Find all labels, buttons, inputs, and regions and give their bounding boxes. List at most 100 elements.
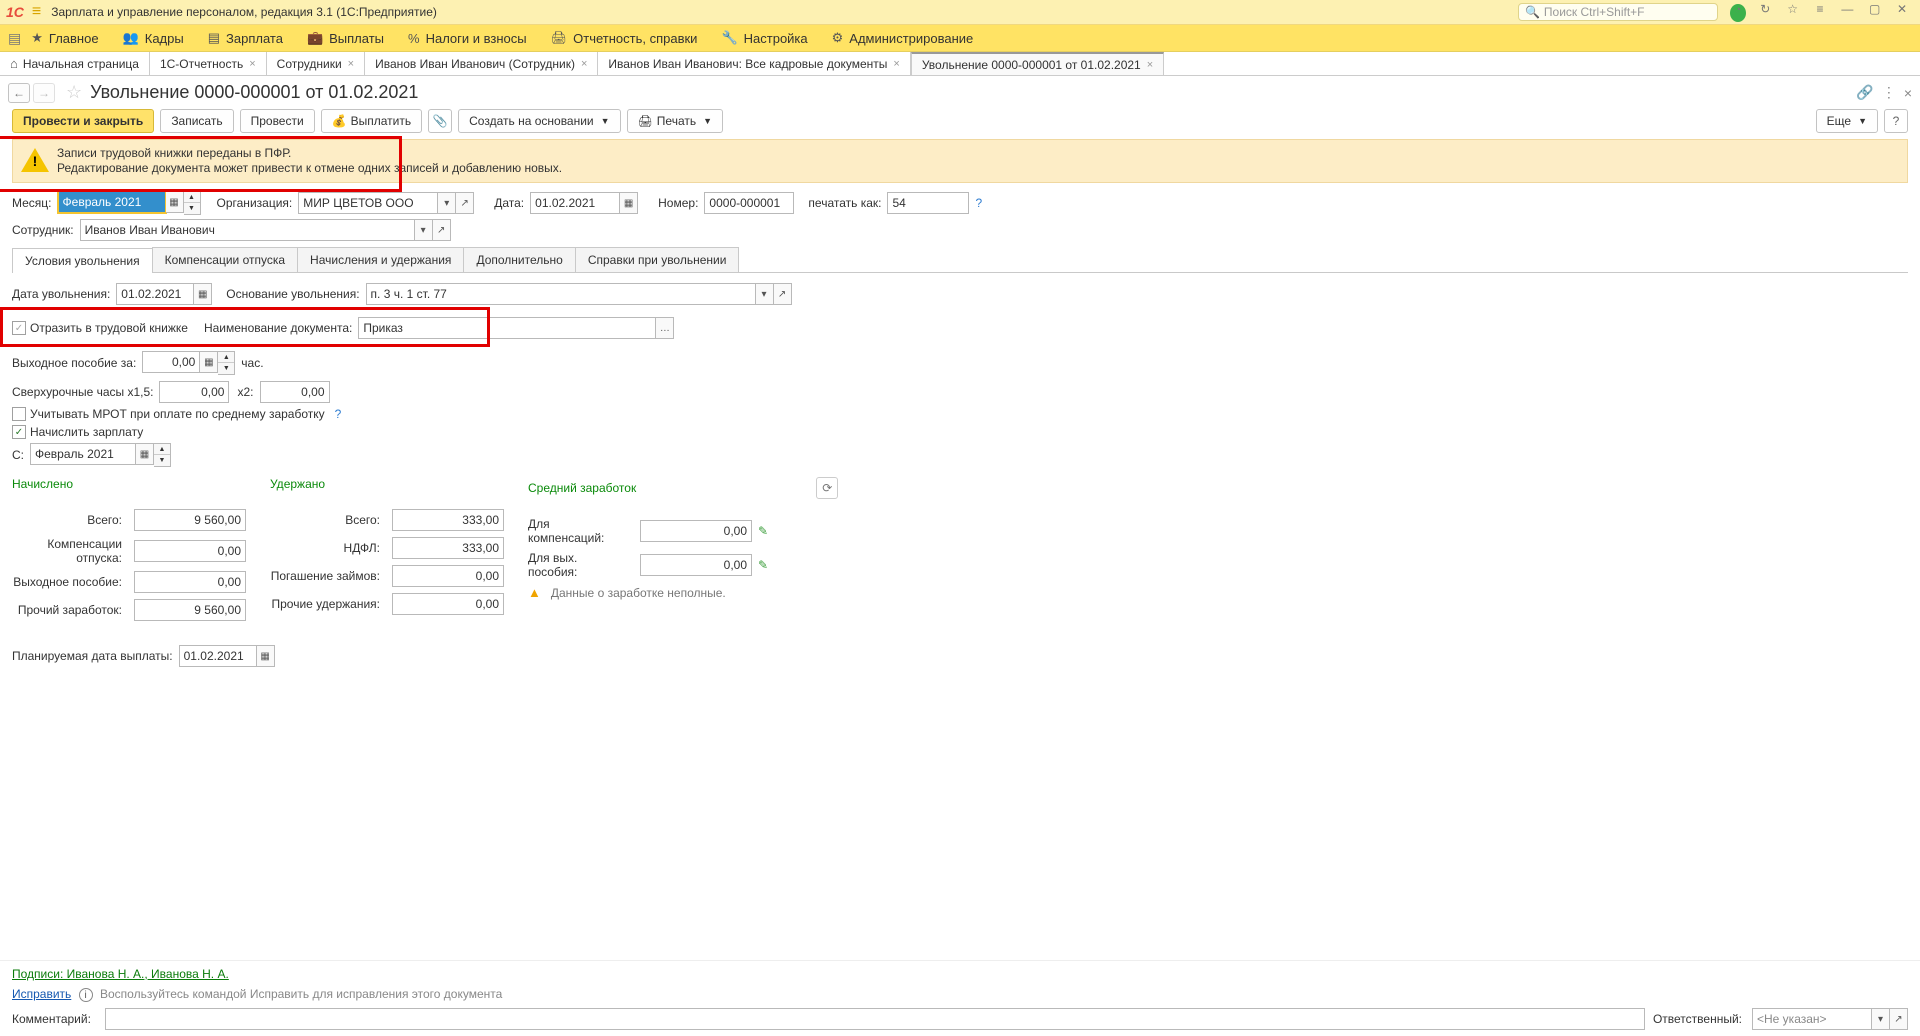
info-icon[interactable]: i	[79, 988, 93, 1002]
date-input[interactable]	[530, 192, 620, 214]
responsible-input[interactable]	[1752, 1008, 1872, 1030]
plan-pay-input[interactable]	[179, 645, 257, 667]
help-icon[interactable]: ?	[335, 407, 342, 421]
save-button[interactable]: Записать	[160, 109, 233, 133]
create-based-button[interactable]: Создать на основании▼	[458, 109, 620, 133]
close-icon[interactable]: ×	[893, 58, 899, 70]
from-stepper[interactable]: ▲▼	[154, 443, 171, 467]
subtab-references[interactable]: Справки при увольнении	[575, 247, 740, 272]
sections-icon[interactable]: ▤	[8, 30, 21, 47]
avg-sev-input[interactable]	[640, 554, 752, 576]
with-loan-input[interactable]	[392, 565, 504, 587]
print-button[interactable]: 🖨Печать▼	[627, 109, 723, 133]
close-doc-icon[interactable]: ×	[1904, 85, 1912, 101]
edit-icon[interactable]: ✎	[758, 524, 768, 538]
org-input[interactable]	[298, 192, 438, 214]
tab-1c-otchetnost[interactable]: 1С-Отчетность×	[150, 52, 267, 75]
link-icon[interactable]: 🔗	[1856, 84, 1873, 101]
severance-input[interactable]	[142, 351, 200, 373]
with-other-input[interactable]	[392, 593, 504, 615]
with-total-input[interactable]	[392, 509, 504, 531]
maximize-icon[interactable]: ▢	[1867, 2, 1883, 16]
accrue-checkbox[interactable]: ✓	[12, 425, 26, 439]
acc-vac-input[interactable]	[134, 540, 246, 562]
open-ref-icon[interactable]: ↗	[774, 283, 792, 305]
close-window-icon[interactable]: ✕	[1894, 2, 1910, 16]
acc-sev-input[interactable]	[134, 571, 246, 593]
more-button[interactable]: Еще▼	[1816, 109, 1878, 133]
tab-home[interactable]: Начальная страница	[0, 52, 150, 75]
month-input[interactable]	[58, 191, 166, 213]
close-icon[interactable]: ×	[249, 58, 255, 70]
calc-icon[interactable]: ▦	[200, 351, 218, 373]
employee-input[interactable]	[80, 219, 415, 241]
menu-nastroyka[interactable]: 🔧Настройка	[721, 30, 807, 46]
back-button[interactable]: ←	[8, 83, 30, 103]
attachment-button[interactable]: 📎	[428, 109, 452, 133]
close-icon[interactable]: ×	[581, 58, 587, 70]
mrot-checkbox[interactable]	[12, 407, 26, 421]
print-as-input[interactable]	[887, 192, 969, 214]
menutoggle-icon[interactable]: ≡	[1812, 2, 1828, 16]
with-ndfl-input[interactable]	[392, 537, 504, 559]
history-icon[interactable]: ↻	[1757, 2, 1773, 16]
month-stepper[interactable]: ▲▼	[184, 191, 201, 215]
subtab-additional[interactable]: Дополнительно	[463, 247, 575, 272]
comment-input[interactable]	[105, 1008, 1645, 1030]
burger-icon[interactable]: ≡	[32, 3, 41, 21]
menu-vyplaty[interactable]: 💼Выплаты	[307, 30, 384, 46]
calendar-icon[interactable]: ▦	[194, 283, 212, 305]
severance-stepper[interactable]: ▲▼	[218, 351, 235, 375]
number-input[interactable]	[704, 192, 794, 214]
acc-total-input[interactable]	[134, 509, 246, 531]
minimize-icon[interactable]: —	[1839, 2, 1855, 16]
menu-admin[interactable]: ⚙Администрирование	[832, 30, 974, 46]
open-ref-icon[interactable]: ↗	[433, 219, 451, 241]
forward-button[interactable]: →	[33, 83, 55, 103]
fire-date-input[interactable]	[116, 283, 194, 305]
open-ref-icon[interactable]: ↗	[1890, 1008, 1908, 1030]
pay-button[interactable]: 💰Выплатить	[321, 109, 422, 133]
menu-kadry[interactable]: 👥Кадры	[123, 30, 184, 46]
overtime2-input[interactable]	[260, 381, 330, 403]
chevron-down-icon[interactable]: ▾	[756, 283, 774, 305]
kebab-icon[interactable]: ⋮	[1882, 84, 1896, 101]
overtime15-input[interactable]	[159, 381, 229, 403]
notifications-icon[interactable]: ◔	[1730, 4, 1746, 22]
acc-other-input[interactable]	[134, 599, 246, 621]
tab-kadrovye[interactable]: Иванов Иван Иванович: Все кадровые докум…	[598, 52, 910, 75]
reason-input[interactable]	[366, 283, 756, 305]
post-button[interactable]: Провести	[240, 109, 315, 133]
close-icon[interactable]: ×	[348, 58, 354, 70]
tab-uvolnenie[interactable]: Увольнение 0000-000001 от 01.02.2021×	[911, 52, 1164, 75]
subtab-accruals[interactable]: Начисления и удержания	[297, 247, 464, 272]
menu-otchetnost[interactable]: 🖨Отчетность, справки	[551, 30, 698, 46]
post-and-close-button[interactable]: Провести и закрыть	[12, 109, 154, 133]
tab-sotrudnik[interactable]: Иванов Иван Иванович (Сотрудник)×	[365, 52, 598, 75]
avg-comp-input[interactable]	[640, 520, 752, 542]
favorite-icon[interactable]: ☆	[1785, 2, 1801, 16]
signatures-link[interactable]: Подписи: Иванова Н. А., Иванова Н. А.	[12, 967, 229, 981]
chevron-down-icon[interactable]: ▾	[438, 192, 456, 214]
menu-zarplata[interactable]: ▤Зарплата	[208, 30, 283, 46]
open-ref-icon[interactable]: ↗	[456, 192, 474, 214]
fix-link[interactable]: Исправить	[12, 987, 71, 1001]
refresh-button[interactable]: ⟳	[816, 477, 838, 499]
select-icon[interactable]: …	[656, 317, 674, 339]
global-search[interactable]: 🔍 Поиск Ctrl+Shift+F	[1518, 3, 1718, 21]
docname-input[interactable]	[358, 317, 656, 339]
subtab-compensations[interactable]: Компенсации отпуска	[152, 247, 298, 272]
favorite-toggle[interactable]: ☆	[66, 82, 82, 103]
edit-icon[interactable]: ✎	[758, 558, 768, 572]
calendar-icon[interactable]: ▦	[620, 192, 638, 214]
menu-nalogi[interactable]: %Налоги и взносы	[408, 31, 527, 46]
reflect-checkbox[interactable]: ✓	[12, 321, 26, 335]
calendar-icon[interactable]: ▦	[257, 645, 275, 667]
from-input[interactable]	[30, 443, 136, 465]
chevron-down-icon[interactable]: ▾	[1872, 1008, 1890, 1030]
help-icon[interactable]: ?	[975, 196, 982, 210]
tab-sotrudniki[interactable]: Сотрудники×	[267, 52, 365, 75]
menu-main[interactable]: ★Главное	[31, 30, 98, 46]
close-icon[interactable]: ×	[1147, 59, 1153, 71]
calendar-icon[interactable]: ▦	[166, 191, 184, 213]
